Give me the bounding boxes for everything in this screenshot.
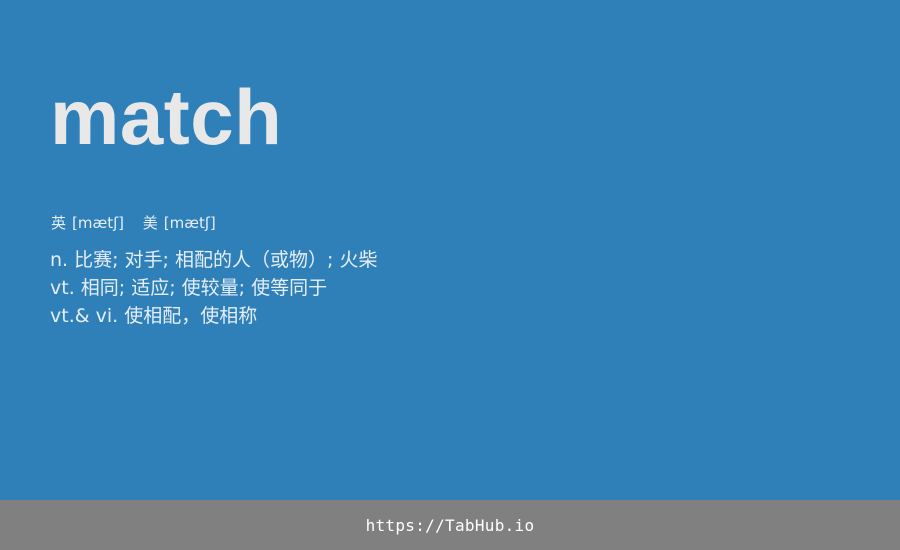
phonetics-row: 英 [mætʃ] 美 [mætʃ]	[51, 212, 216, 234]
headword: match	[50, 73, 283, 161]
phonetic-us: 美 [mætʃ]	[143, 212, 216, 234]
definition-verb-transitive: vt. 相同; 适应; 使较量; 使等同于	[50, 277, 328, 299]
word-card: match 英 [mætʃ] 美 [mætʃ] n. 比赛; 对手; 相配的人（或物…	[0, 0, 900, 500]
definition-verb-both: vt.& vi. 使相配，使相称	[50, 305, 258, 327]
definition-list: n. 比赛; 对手; 相配的人（或物）; 火柴 vt. 相同; 适应; 使较量;…	[50, 246, 377, 330]
footer-bar: https://TabHub.io	[0, 500, 900, 550]
phonetic-uk: 英 [mætʃ]	[51, 212, 124, 234]
footer-link[interactable]: https://TabHub.io	[366, 516, 535, 535]
phonetic-uk-label: 英	[51, 214, 67, 232]
phonetic-uk-ipa: [mætʃ]	[72, 214, 124, 232]
phonetic-us-ipa: [mætʃ]	[163, 214, 216, 232]
definition-noun: n. 比赛; 对手; 相配的人（或物）; 火柴	[50, 249, 378, 271]
phonetic-us-label: 美	[142, 214, 158, 232]
